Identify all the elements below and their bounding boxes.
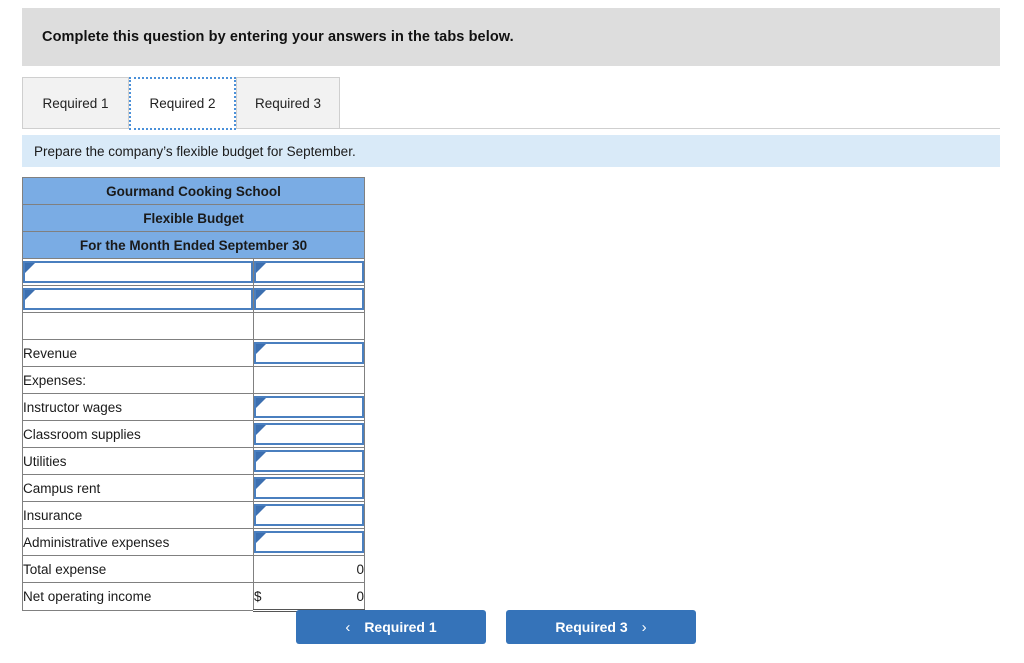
requirement-prompt-text: Prepare the company’s flexible budget fo… [34, 143, 356, 159]
flexible-budget-body: Gourmand Cooking School Flexible Budget Fo… [22, 177, 365, 612]
row-label: Insurance [22, 501, 254, 529]
row-label: Administrative expenses [22, 528, 254, 556]
row-label: Campus rent [22, 474, 254, 502]
table-row [22, 285, 365, 313]
row-value-input[interactable] [254, 396, 364, 418]
row-value-input-cell[interactable] [253, 474, 365, 502]
table-header-row: For the Month Ended September 30 [22, 231, 365, 259]
currency-symbol: $ [254, 588, 262, 604]
table-row: Expenses: [22, 366, 365, 394]
row-label: Revenue [22, 339, 254, 367]
next-requirement-label: Required 3 [555, 619, 628, 635]
table-row: Utilities [22, 447, 365, 475]
table-header-row: Gourmand Cooking School [22, 177, 365, 205]
tab-required-1[interactable]: Required 1 [22, 77, 129, 128]
row-label: Utilities [22, 447, 254, 475]
row-label: Total expense [22, 555, 254, 583]
table-header-row: Flexible Budget [22, 204, 365, 232]
table-row: Instructor wages [22, 393, 365, 421]
tab-required-3[interactable]: Required 3 [236, 77, 340, 128]
row-label-input-cell[interactable] [22, 285, 254, 313]
chevron-left-icon: ‹ [345, 618, 351, 636]
row-value-number: 0 [356, 588, 364, 604]
row-value-input[interactable] [254, 531, 364, 553]
table-title-line: Gourmand Cooking School [22, 177, 365, 205]
prev-requirement-button[interactable]: ‹ Required 1 [296, 610, 486, 644]
table-row: Campus rent [22, 474, 365, 502]
row-value-input-cell[interactable] [253, 447, 365, 475]
row-value-input-cell[interactable] [253, 501, 365, 529]
next-requirement-button[interactable]: Required 3 › [506, 610, 696, 644]
row-value-input[interactable] [254, 288, 364, 310]
row-value-money-cell: $0 [253, 582, 365, 612]
row-value-input-cell[interactable] [253, 258, 365, 286]
row-value-input[interactable] [254, 261, 364, 283]
row-value-input-cell[interactable] [253, 285, 365, 313]
prev-requirement-label: Required 1 [364, 619, 437, 635]
instruction-banner: Complete this question by entering your … [22, 8, 1000, 66]
row-value-input[interactable] [254, 342, 364, 364]
row-value-input[interactable] [254, 423, 364, 445]
row-value-number: 0 [253, 555, 365, 583]
row-label: Classroom supplies [22, 420, 254, 448]
table-row: Total expense 0 [22, 555, 365, 583]
row-value-input-cell[interactable] [253, 393, 365, 421]
tab-required-2-label: Required 2 [149, 96, 216, 111]
instruction-text: Complete this question by entering your … [42, 29, 514, 45]
flexible-budget-table: Gourmand Cooking School Flexible Budget Fo… [22, 177, 365, 612]
row-label: Instructor wages [22, 393, 254, 421]
requirement-prompt-bar: Prepare the company’s flexible budget fo… [22, 135, 1000, 167]
table-row: Net operating income $0 [22, 582, 365, 612]
tab-strip: Required 1 Required 2 Required 3 [22, 77, 1000, 130]
row-value-input-cell[interactable] [253, 528, 365, 556]
tab-required-1-label: Required 1 [42, 95, 109, 111]
table-title-line: Flexible Budget [22, 204, 365, 232]
row-value-input[interactable] [254, 504, 364, 526]
table-row [22, 312, 365, 340]
row-value-input-cell[interactable] [253, 339, 365, 367]
chevron-right-icon: › [641, 618, 647, 636]
row-label [22, 312, 254, 340]
row-value-input-cell[interactable] [253, 420, 365, 448]
row-label: Net operating income [22, 582, 254, 611]
row-label: Expenses: [22, 366, 254, 394]
row-value-input[interactable] [254, 477, 364, 499]
row-label-input[interactable] [23, 288, 253, 310]
table-row: Insurance [22, 501, 365, 529]
table-row: Revenue [22, 339, 365, 367]
table-row: Classroom supplies [22, 420, 365, 448]
table-title-line: For the Month Ended September 30 [22, 231, 365, 259]
row-value-blank [253, 312, 365, 340]
tab-required-3-label: Required 3 [254, 95, 322, 111]
row-label-input[interactable] [23, 261, 253, 283]
row-value-input[interactable] [254, 450, 364, 472]
tab-required-2[interactable]: Required 2 [129, 77, 236, 130]
row-value-blank [253, 366, 365, 394]
row-label-input-cell[interactable] [22, 258, 254, 286]
table-row: Administrative expenses [22, 528, 365, 556]
table-row [22, 258, 365, 286]
